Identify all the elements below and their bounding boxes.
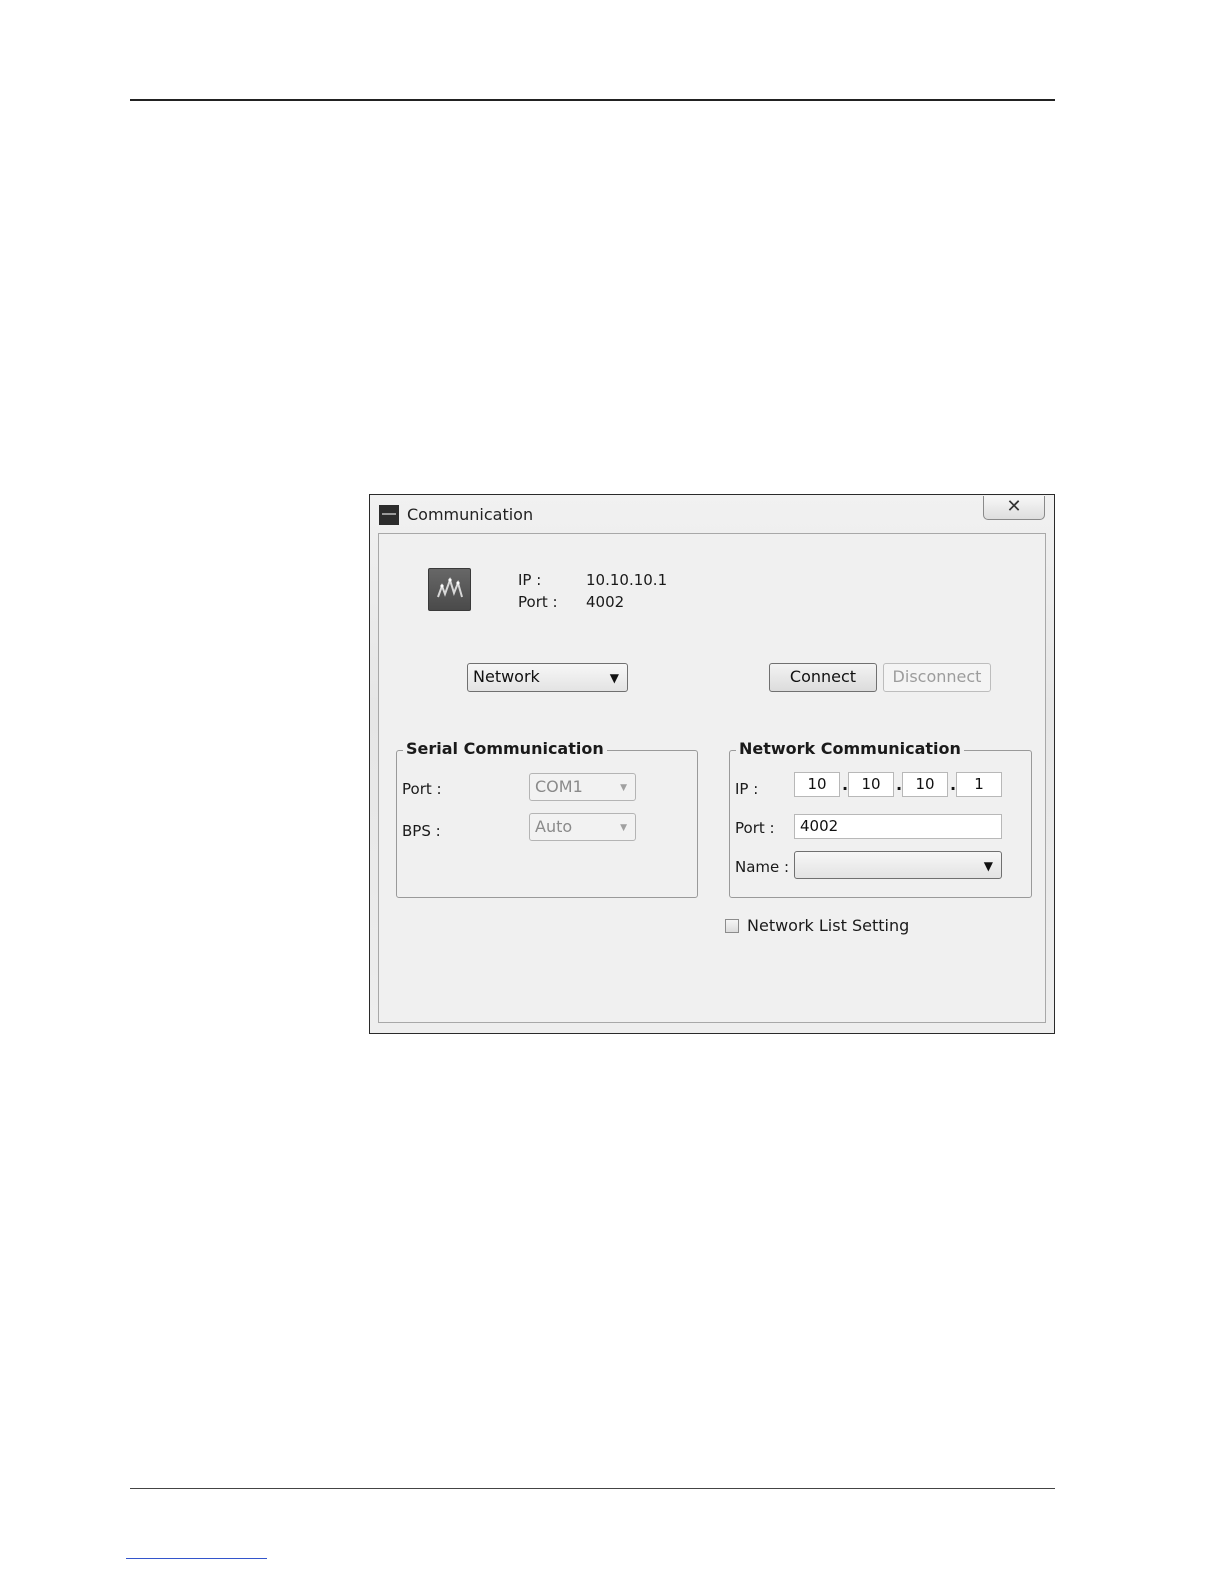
connection-type-value: Network [473, 667, 540, 686]
network-ip-label: IP : [735, 780, 759, 798]
close-icon: ✕ [1006, 496, 1022, 517]
dialog-body: IP : 10.10.10.1 Port : 4002 Network ▼ Co… [378, 533, 1046, 1023]
chevron-down-icon: ▼ [609, 671, 619, 685]
chevron-down-icon: ▼ [620, 783, 627, 793]
status-ip-value: 10.10.10.1 [586, 571, 668, 589]
status-port-label: Port : [518, 593, 558, 611]
network-group-title: Network Communication [736, 739, 964, 758]
app-logo-icon [379, 505, 399, 525]
serial-port-value: COM1 [535, 777, 583, 796]
close-button[interactable]: ✕ [983, 496, 1045, 520]
device-icon [428, 568, 471, 611]
page-footer-rule [130, 1488, 1055, 1489]
page-header-rule [130, 99, 1055, 101]
title-bar[interactable]: Communication ✕ [370, 495, 1054, 533]
communication-dialog: Communication ✕ IP : 10.10.10.1 Port : 4… [369, 494, 1055, 1034]
serial-bps-select[interactable]: Auto ▼ [529, 813, 636, 841]
serial-port-label: Port : [402, 780, 442, 798]
ip-octet-4-input[interactable]: 1 [956, 772, 1002, 797]
ip-octet-2-input[interactable]: 10 [848, 772, 894, 797]
network-name-label: Name : [735, 858, 790, 876]
chevron-down-icon: ▼ [983, 859, 993, 873]
status-port-value: 4002 [586, 593, 625, 611]
network-name-select[interactable]: ▼ [794, 851, 1002, 879]
serial-group-title: Serial Communication [403, 739, 607, 758]
status-ip-label: IP : [518, 571, 542, 589]
connection-type-select[interactable]: Network ▼ [467, 663, 628, 692]
serial-communication-group: Serial Communication Port : COM1 ▼ BPS :… [396, 739, 698, 898]
chevron-down-icon: ▼ [620, 823, 627, 833]
serial-port-select[interactable]: COM1 ▼ [529, 773, 636, 801]
ip-octet-1-input[interactable]: 10 [794, 772, 840, 797]
network-port-label: Port : [735, 819, 775, 837]
serial-bps-value: Auto [535, 817, 573, 836]
network-port-input[interactable]: 4002 [794, 814, 1002, 839]
network-communication-group: Network Communication IP : 10 . 10 . 10 … [729, 739, 1032, 898]
disconnect-button[interactable]: Disconnect [883, 663, 991, 692]
network-list-setting-checkbox[interactable] [725, 919, 739, 933]
footer-link-underline [126, 1558, 267, 1559]
window-title: Communication [407, 505, 534, 524]
ip-octet-3-input[interactable]: 10 [902, 772, 948, 797]
connect-button[interactable]: Connect [769, 663, 877, 692]
network-list-setting-label[interactable]: Network List Setting [747, 916, 909, 935]
serial-bps-label: BPS : [402, 822, 441, 840]
